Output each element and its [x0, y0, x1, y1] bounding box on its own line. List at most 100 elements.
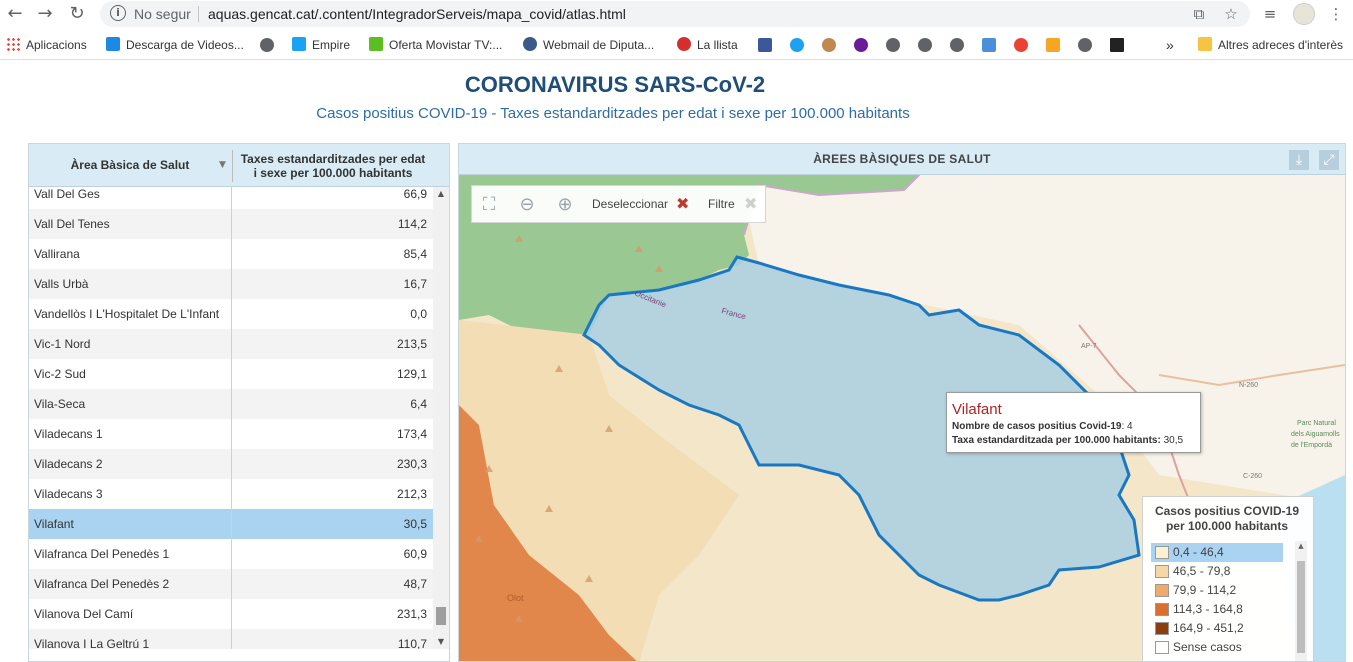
legend-label: Sense casos [1173, 640, 1242, 654]
tooltip-rate-value: 30,5 [1160, 435, 1184, 446]
table-row[interactable]: Vic-2 Sud 129,1 [29, 359, 433, 389]
row-rate-value: 66,9 [403, 187, 427, 201]
table-row[interactable]: Vall Del Ges 66,9 [29, 187, 433, 209]
legend-item[interactable]: 0,4 - 46,4 [1151, 543, 1283, 562]
legend-scrollbar[interactable]: ▲ [1295, 541, 1307, 661]
cell-divider [231, 569, 232, 599]
bookmark-other-folder[interactable]: Altres adreces d'interès [1198, 37, 1343, 53]
bookmark-movistar[interactable]: Oferta Movistar TV:... [369, 37, 502, 53]
column-header-rate[interactable]: Taxes estandarditzades per edat i sexe p… [235, 152, 431, 180]
table-row[interactable]: Vic-1 Nord 213,5 [29, 329, 433, 359]
legend-title-line1: Casos positius COVID-19 [1154, 504, 1300, 518]
table-body: Vall Del Ges 66,9 Vall Del Tenes 114,2 Valli… [29, 187, 433, 649]
fullscreen-icon[interactable]: ⛶ [478, 194, 500, 216]
zoom-out-icon[interactable]: ⊖ [516, 194, 538, 216]
table-row[interactable]: Vilanova Del Camí 231,3 [29, 599, 433, 629]
globe-icon[interactable] [950, 38, 964, 52]
cell-divider [231, 299, 232, 329]
column-header-area[interactable]: Àrea Bàsica de Salut [29, 144, 231, 187]
table-row[interactable]: Vilafranca Del Penedès 2 48,7 [29, 569, 433, 599]
address-bar[interactable]: i No segur aquas.gencat.cat/.content/Int… [100, 1, 1250, 27]
filter-button[interactable]: Filtre [708, 197, 735, 211]
url-text[interactable]: aquas.gencat.cat/.content/IntegradorServ… [208, 6, 626, 22]
table-row[interactable]: Viladecans 2 230,3 [29, 449, 433, 479]
legend-item[interactable]: 164,9 - 451,2 [1151, 619, 1283, 638]
table-row[interactable]: Vallirana 85,4 [29, 239, 433, 269]
cell-divider [231, 599, 232, 629]
bookmark-favicon-icon[interactable] [982, 38, 996, 52]
table-row[interactable]: Vall Del Tenes 114,2 [29, 209, 433, 239]
legend-item[interactable]: 79,9 - 114,2 [1151, 581, 1283, 600]
bookmark-favicon-icon[interactable] [822, 38, 836, 52]
zoom-in-icon[interactable]: ⊕ [554, 194, 576, 216]
table-row[interactable]: Vilafant 30,5 [29, 509, 433, 539]
globe-icon[interactable] [1078, 38, 1092, 52]
legend-swatch [1155, 603, 1169, 616]
globe-icon[interactable] [260, 38, 274, 52]
row-area-name: Vila-Seca [34, 397, 86, 411]
legend-scroll-thumb[interactable] [1297, 561, 1305, 653]
row-rate-value: 60,9 [403, 547, 427, 561]
twitter-icon[interactable] [790, 38, 804, 52]
bookmark-webmail[interactable]: Webmail de Diputa... [523, 37, 654, 53]
table-row[interactable]: Vandellòs I L'Hospitalet De L'Infant 0,0 [29, 299, 433, 329]
row-rate-value: 129,1 [396, 367, 427, 381]
table-footer-toolbar [29, 649, 449, 661]
legend-item[interactable]: 46,5 - 79,8 [1151, 562, 1283, 581]
deselect-button[interactable]: Deseleccionar [592, 197, 668, 211]
column-header-area-label: Àrea Bàsica de Salut [70, 158, 190, 172]
table-row[interactable]: Valls Urbà 16,7 [29, 269, 433, 299]
forward-icon[interactable]: → [34, 3, 56, 25]
legend-item[interactable]: 114,3 - 164,8 [1151, 600, 1283, 619]
place-label-park-3: de l'Empordà [1291, 442, 1332, 449]
table-scrollbar[interactable]: ▲ ▼ [433, 187, 449, 649]
deselect-close-icon[interactable]: ✖ [676, 195, 689, 213]
row-area-name: Valls Urbà [34, 277, 89, 291]
table-row[interactable]: Viladecans 3 212,3 [29, 479, 433, 509]
reload-icon[interactable]: ↻ [66, 3, 88, 25]
bookmark-descarga[interactable]: Descarga de Videos... [106, 37, 244, 53]
facebook-icon[interactable] [758, 38, 772, 52]
media-control-icon[interactable]: ≡ [1260, 4, 1280, 24]
bookmark-b-icon[interactable] [854, 38, 868, 52]
bookmark-apps[interactable]: Aplicacions [6, 37, 87, 53]
scroll-thumb[interactable] [436, 607, 446, 625]
row-rate-value: 0,0 [410, 307, 427, 321]
menu-icon[interactable]: ⋮ [1326, 4, 1346, 24]
download-icon[interactable]: ⤓ [1289, 150, 1309, 170]
table-row[interactable]: Viladecans 1 173,4 [29, 419, 433, 449]
row-area-name: Vallirana [34, 247, 80, 261]
map-panel-header: ÀREES BÀSIQUES DE SALUT [459, 144, 1345, 175]
bookmark-llista[interactable]: La llista [677, 37, 738, 53]
region-tooltip: Vilafant Nombre de casos positius Covid-… [946, 392, 1201, 453]
bookmark-empire[interactable]: Empire [292, 37, 350, 53]
back-icon[interactable]: ← [4, 3, 26, 25]
translate-icon[interactable]: ⧉ [1190, 5, 1208, 23]
table-row[interactable]: Vilanova I La Geltrú 1 110,7 [29, 629, 433, 649]
table-row[interactable]: Vilafranca Del Penedès 1 60,9 [29, 539, 433, 569]
scroll-down-icon[interactable]: ▼ [433, 635, 449, 649]
legend-item[interactable]: Sense casos [1151, 638, 1283, 657]
row-rate-value: 173,4 [396, 427, 427, 441]
legend-scroll-up-icon[interactable]: ▲ [1295, 541, 1307, 551]
table-row[interactable]: Vila-Seca 6,4 [29, 389, 433, 419]
bookmark-star-icon[interactable]: ☆ [1222, 5, 1240, 23]
globe-icon[interactable] [918, 38, 932, 52]
row-area-name: Vic-2 Sud [34, 367, 86, 381]
filter-close-icon[interactable]: ✖ [744, 195, 757, 213]
row-area-name: Vic-1 Nord [34, 337, 91, 351]
bookmarks-overflow-button[interactable]: » [1166, 37, 1174, 53]
expand-icon[interactable]: ⤢ [1319, 150, 1339, 170]
wikipedia-icon[interactable] [1110, 38, 1124, 52]
place-label-olot: Olot [507, 593, 524, 603]
bookmark-favicon-icon[interactable] [1046, 38, 1060, 52]
cell-divider [231, 389, 232, 419]
llista-favicon-icon [677, 37, 691, 51]
sort-arrow-icon[interactable]: ▼ [219, 160, 226, 170]
google-icon[interactable] [1014, 38, 1028, 52]
row-rate-value: 110,7 [397, 637, 427, 649]
globe-icon[interactable] [886, 38, 900, 52]
info-icon[interactable]: i [110, 5, 126, 21]
scroll-up-icon[interactable]: ▲ [433, 187, 449, 201]
profile-avatar[interactable] [1293, 3, 1315, 25]
